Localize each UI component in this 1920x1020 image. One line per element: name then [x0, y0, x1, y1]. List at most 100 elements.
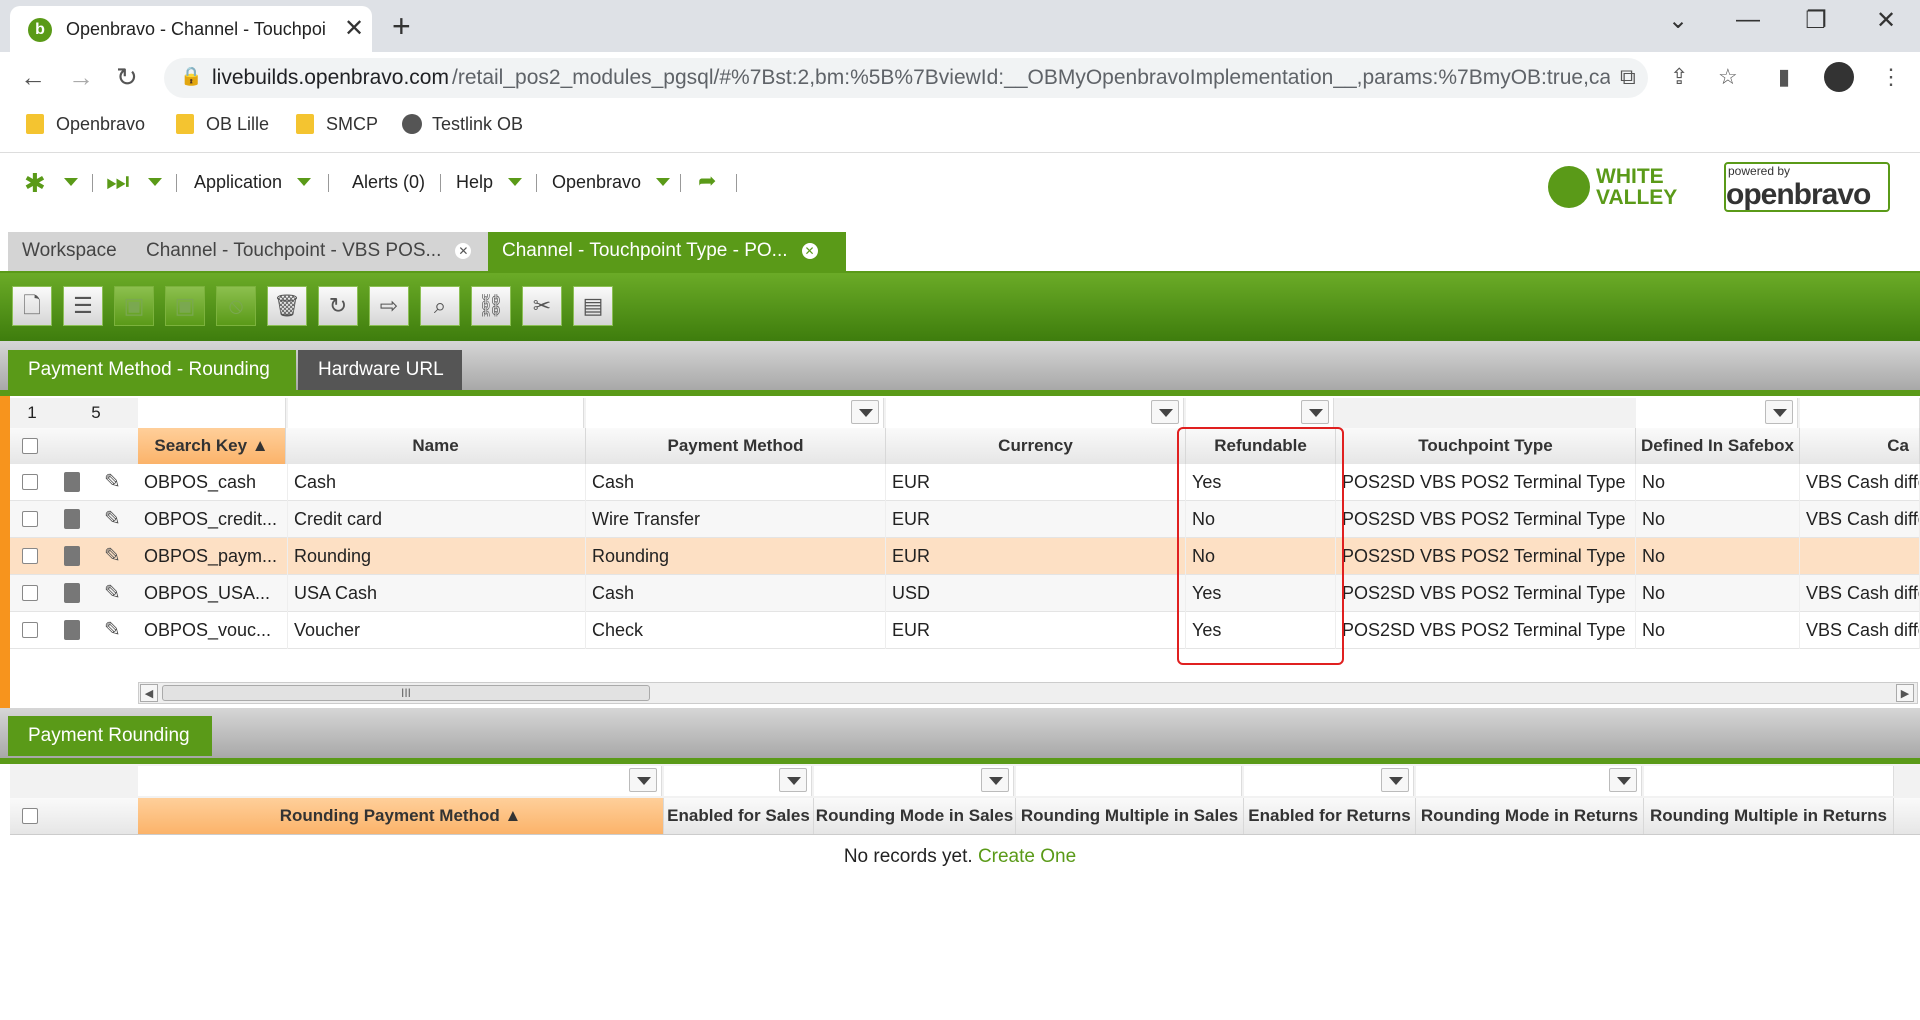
- lock-icon[interactable]: 🔒: [180, 66, 202, 87]
- chevron-down-icon[interactable]: [1765, 400, 1793, 424]
- filter-rounding-multiple-returns[interactable]: [1644, 766, 1894, 796]
- chevron-down-icon[interactable]: [1381, 768, 1409, 792]
- logout-icon[interactable]: ➦: [698, 168, 716, 194]
- filter-rounding-mode-sales[interactable]: [814, 766, 1014, 796]
- fast-forward-icon[interactable]: ⏭: [106, 166, 129, 198]
- column-header-rounding-mode-sales[interactable]: Rounding Mode in Sales: [814, 798, 1016, 834]
- row-checkbox[interactable]: [22, 585, 38, 601]
- filter-refundable[interactable]: [1186, 398, 1334, 428]
- undo-icon[interactable]: ⦸: [216, 286, 256, 326]
- open-record-icon[interactable]: [64, 472, 80, 492]
- row-checkbox[interactable]: [22, 474, 38, 490]
- chevron-down-icon[interactable]: [1151, 400, 1179, 424]
- save-icon[interactable]: ▣: [114, 286, 154, 326]
- tab-hardware-url[interactable]: Hardware URL: [298, 350, 462, 390]
- scrollbar-thumb[interactable]: III: [162, 685, 650, 701]
- tab-channel-touchpoint[interactable]: Channel - Touchpoint - VBS POS... ✕: [132, 232, 488, 272]
- column-header-enabled-for-returns[interactable]: Enabled for Returns: [1244, 798, 1416, 834]
- open-record-icon[interactable]: [64, 546, 80, 566]
- edit-row-icon[interactable]: ✎: [104, 471, 126, 493]
- refresh-icon[interactable]: ↻: [318, 286, 358, 326]
- filter-rounding-multiple-sales[interactable]: [1016, 766, 1242, 796]
- quick-launch-icon[interactable]: ✱: [24, 168, 46, 199]
- back-icon[interactable]: ←: [20, 62, 46, 93]
- tools-icon[interactable]: ✂: [522, 286, 562, 326]
- help-menu[interactable]: Help: [456, 172, 523, 193]
- link-icon[interactable]: ⛓: [471, 286, 511, 326]
- bookmark-ob-lille[interactable]: OB Lille: [176, 114, 269, 135]
- user-menu[interactable]: Openbravo: [552, 172, 671, 193]
- row-checkbox[interactable]: [22, 622, 38, 638]
- chevron-down-icon[interactable]: [1609, 768, 1637, 792]
- new-document-icon[interactable]: 🗋: [12, 286, 52, 326]
- row-checkbox[interactable]: [22, 511, 38, 527]
- close-window-icon[interactable]: ✕: [1866, 6, 1906, 35]
- open-record-icon[interactable]: [64, 620, 80, 640]
- attach-icon[interactable]: ⌕: [420, 286, 460, 326]
- tab-payment-rounding[interactable]: Payment Rounding: [8, 716, 212, 756]
- select-all-checkbox[interactable]: [22, 438, 38, 454]
- reload-icon[interactable]: ↻: [116, 62, 138, 93]
- select-all-checkbox[interactable]: [22, 808, 38, 824]
- filter-cash-diff[interactable]: [1800, 398, 1920, 428]
- close-icon[interactable]: ✕: [801, 243, 818, 259]
- share-icon[interactable]: ⇪: [1670, 64, 1688, 90]
- minimize-icon[interactable]: —: [1728, 6, 1768, 34]
- chevron-down-icon[interactable]: [1301, 400, 1329, 424]
- bookmark-openbravo[interactable]: Openbravo: [26, 114, 145, 135]
- column-header-cash-diff[interactable]: Ca: [1800, 428, 1920, 464]
- bookmark-smcp[interactable]: SMCP: [296, 114, 378, 135]
- tab-channel-touchpoint-type[interactable]: Channel - Touchpoint Type - PO... ✕: [488, 232, 846, 272]
- column-header-enabled-for-sales[interactable]: Enabled for Sales: [664, 798, 814, 834]
- side-panel-icon[interactable]: ▮: [1778, 64, 1790, 90]
- bookmark-star-icon[interactable]: ☆: [1718, 64, 1738, 90]
- avatar[interactable]: [1824, 62, 1854, 92]
- browser-tab[interactable]: b Openbravo - Channel - Touchpoi ✕: [10, 6, 372, 52]
- bookmark-testlink[interactable]: Testlink OB: [402, 114, 523, 135]
- save-close-icon[interactable]: ▣: [165, 286, 205, 326]
- more-menu-icon[interactable]: ⋮: [1880, 64, 1902, 90]
- close-icon[interactable]: ✕: [455, 243, 472, 259]
- column-header-rounding-multiple-sales[interactable]: Rounding Multiple in Sales: [1016, 798, 1244, 834]
- scroll-right-icon[interactable]: ▶: [1896, 684, 1914, 702]
- create-one-link[interactable]: Create One: [978, 846, 1076, 867]
- delete-icon[interactable]: 🗑: [267, 286, 307, 326]
- edit-row-icon[interactable]: ✎: [104, 545, 126, 567]
- column-header-currency[interactable]: Currency: [886, 428, 1186, 464]
- forward-icon[interactable]: →: [68, 62, 94, 93]
- chevron-down-icon[interactable]: [851, 400, 879, 424]
- new-row-icon[interactable]: ☰: [63, 286, 103, 326]
- scroll-left-icon[interactable]: ◀: [140, 684, 158, 702]
- filter-search-key[interactable]: [138, 398, 286, 428]
- column-header-payment-method[interactable]: Payment Method: [586, 428, 886, 464]
- open-record-icon[interactable]: [64, 509, 80, 529]
- chevron-down-icon[interactable]: [629, 768, 657, 792]
- application-menu[interactable]: Application: [194, 172, 312, 193]
- edit-row-icon[interactable]: ✎: [104, 582, 126, 604]
- column-header-rounding-payment-method[interactable]: Rounding Payment Method ▲: [138, 798, 664, 834]
- chevron-down-icon[interactable]: [981, 768, 1009, 792]
- filter-enabled-for-returns[interactable]: [1244, 766, 1414, 796]
- filter-payment-method[interactable]: [586, 398, 884, 428]
- recent-views-menu[interactable]: [148, 172, 162, 193]
- grid-view-icon[interactable]: ▤: [573, 286, 613, 326]
- filter-enabled-for-sales[interactable]: [664, 766, 812, 796]
- column-header-defined-in-safebox[interactable]: Defined In Safebox: [1636, 428, 1800, 464]
- new-tab-icon[interactable]: +: [392, 8, 411, 45]
- tab-workspace[interactable]: Workspace: [8, 232, 132, 272]
- open-record-icon[interactable]: [64, 583, 80, 603]
- quick-launch-menu[interactable]: [64, 172, 78, 193]
- edit-row-icon[interactable]: ✎: [104, 619, 126, 641]
- filter-currency[interactable]: [886, 398, 1184, 428]
- column-header-search-key[interactable]: Search Key ▲: [138, 428, 286, 464]
- filter-name[interactable]: [288, 398, 584, 428]
- column-header-rounding-mode-returns[interactable]: Rounding Mode in Returns: [1416, 798, 1644, 834]
- translate-icon[interactable]: ⧉: [1620, 64, 1636, 90]
- filter-defined-in-safebox[interactable]: [1636, 398, 1798, 428]
- alerts-link[interactable]: Alerts (0): [352, 172, 425, 193]
- restore-icon[interactable]: ❐: [1796, 6, 1836, 35]
- close-tab-icon[interactable]: ✕: [344, 14, 364, 43]
- edit-row-icon[interactable]: ✎: [104, 508, 126, 530]
- filter-rounding-mode-returns[interactable]: [1416, 766, 1642, 796]
- row-checkbox[interactable]: [22, 548, 38, 564]
